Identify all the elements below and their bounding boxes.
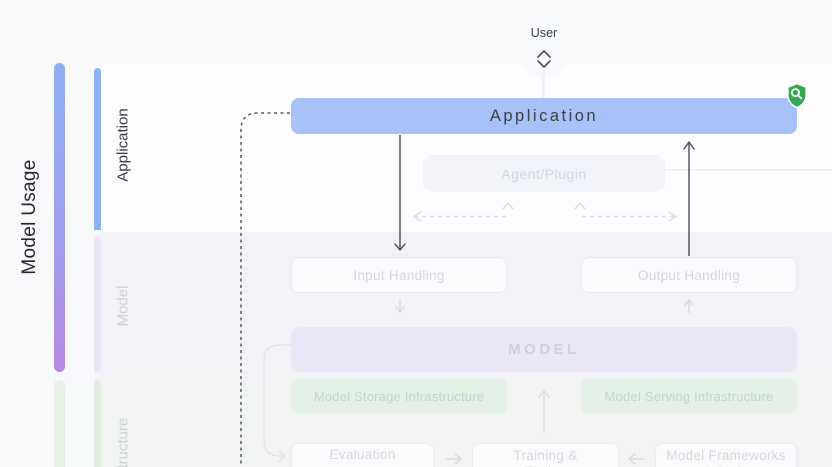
section-label-application: Application xyxy=(114,108,132,182)
infrastructure-group-bar xyxy=(54,380,65,467)
model-component[interactable]: MODEL xyxy=(291,327,797,372)
evaluation-component[interactable]: Evaluation xyxy=(291,443,434,467)
application-label: Application xyxy=(489,106,599,125)
infrastructure-section-bar xyxy=(94,380,101,467)
agent-plugin-label: Agent/Plugin xyxy=(501,165,587,182)
model-storage-label: Model Storage Infrastructure xyxy=(313,388,485,404)
user-to-application-connector xyxy=(542,73,545,98)
model-usage-group-bar xyxy=(54,63,65,372)
group-title-model-usage: Model Usage xyxy=(19,159,40,275)
output-handling-component[interactable]: Output Handling xyxy=(581,257,797,293)
model-frameworks-component[interactable]: Model Frameworks & Code xyxy=(655,443,797,467)
model-serving-infrastructure-component[interactable]: Model Serving Infrastructure xyxy=(581,378,797,414)
application-component[interactable]: Application xyxy=(291,98,797,134)
input-handling-label: Input Handling xyxy=(353,267,445,283)
application-section-bar xyxy=(94,68,101,230)
application-layer-band xyxy=(94,63,832,232)
output-handling-label: Output Handling xyxy=(637,267,741,283)
training-tuning-component[interactable]: Training & Tuning xyxy=(472,443,619,467)
training-label-line1: Training & xyxy=(513,448,578,463)
agent-plugin-component[interactable]: Agent/Plugin xyxy=(423,155,665,192)
user-label: User xyxy=(530,26,558,40)
model-storage-infrastructure-component[interactable]: Model Storage Infrastructure xyxy=(291,378,507,414)
section-label-infrastructure: Infrastructure xyxy=(114,417,132,467)
saif-model-usage-diagram: Model Usage Application Model Infrastruc… xyxy=(0,0,832,467)
evaluation-label: Evaluation xyxy=(329,447,396,462)
security-shield-scan-icon[interactable] xyxy=(786,82,808,109)
model-label: MODEL xyxy=(508,341,580,358)
frameworks-label-line1: Model Frameworks xyxy=(666,448,786,463)
input-handling-component[interactable]: Input Handling xyxy=(291,257,507,293)
model-serving-label: Model Serving Infrastructure xyxy=(604,388,774,404)
model-section-bar xyxy=(94,237,101,372)
section-label-model: Model xyxy=(114,285,132,327)
